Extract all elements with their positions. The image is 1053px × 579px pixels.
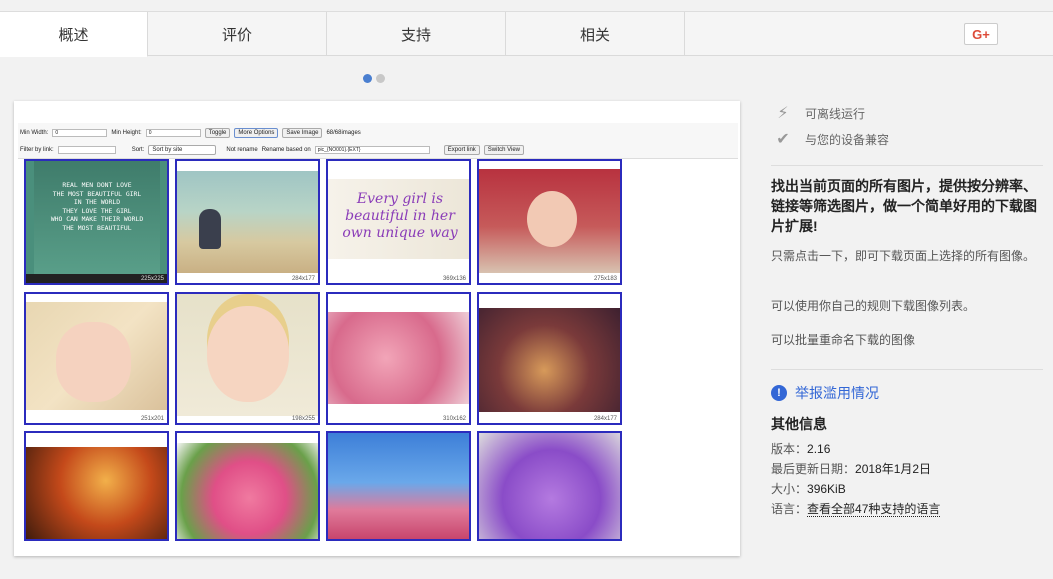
image-tile[interactable]: 198x255 bbox=[175, 292, 320, 425]
top-strip bbox=[0, 0, 1053, 12]
filter-label: Filter by link: bbox=[20, 147, 54, 153]
min-height-input[interactable]: 0 bbox=[145, 129, 201, 137]
device-check-icon: ✔ bbox=[776, 131, 790, 148]
export-link-button[interactable]: Export link bbox=[443, 145, 480, 155]
image-size-label: 275x183 bbox=[593, 276, 617, 282]
image-tile[interactable]: Every girl is beautiful in her own uniqu… bbox=[326, 159, 471, 285]
image-size-label: 284x177 bbox=[593, 416, 617, 422]
description-paragraph: 只需点击一下，即可下载页面上选择的所有图像。 bbox=[771, 249, 1036, 263]
image-size-label: 369x136 bbox=[442, 276, 466, 282]
min-width-label: Min Width: bbox=[20, 130, 49, 136]
min-height-label: Min Height: bbox=[111, 130, 142, 136]
tab-overview[interactable]: 概述 bbox=[0, 12, 148, 57]
quote-text: Every girl is beautiful in her own uniqu… bbox=[342, 191, 458, 241]
sort-select[interactable]: Sort by site bbox=[148, 145, 217, 155]
compatible-feature: ✔ 与您的设备兼容 bbox=[771, 129, 889, 149]
image-tile[interactable]: 284x177 bbox=[477, 292, 622, 425]
size-label: 大小： bbox=[771, 482, 808, 496]
tab-reviews[interactable]: 评价 bbox=[148, 12, 327, 56]
languages-link[interactable]: 查看全部47种支持的语言 bbox=[807, 502, 941, 517]
tab-support[interactable]: 支持 bbox=[327, 12, 506, 56]
image-tile[interactable]: 251x201 bbox=[24, 292, 169, 425]
image-tile[interactable]: 284x177 bbox=[175, 159, 320, 285]
description-paragraph: 可以批量重命名下载的图像 bbox=[771, 333, 916, 347]
version-row: 版本：2.16 bbox=[771, 440, 830, 457]
version-value: 2.16 bbox=[807, 442, 831, 456]
quote-text: REAL MEN DONT LOVE THE MOST BEAUTIFUL GI… bbox=[50, 181, 144, 232]
screenshot-preview: Min Width: 0 Min Height: 0 Toggle More O… bbox=[14, 101, 740, 556]
min-width-input[interactable]: 0 bbox=[52, 129, 108, 137]
image-tile[interactable] bbox=[326, 431, 471, 541]
tab-related[interactable]: 相关 bbox=[506, 12, 685, 56]
carousel-dot-2[interactable] bbox=[376, 74, 385, 83]
description-headline: 找出当前页面的所有图片，提供按分辨率、链接等筛选图片，做一个简单好用的下载图片扩… bbox=[771, 178, 1037, 234]
save-image-button[interactable]: Save Image bbox=[282, 128, 323, 138]
offline-feature: ⚡ 可离线运行 bbox=[771, 103, 865, 123]
language-row: 语言：查看全部47种支持的语言 bbox=[771, 500, 941, 517]
not-rename-radio[interactable]: Not rename bbox=[226, 147, 257, 153]
more-info-title: 其他信息 bbox=[771, 416, 827, 432]
report-label: 举报滥用情况 bbox=[795, 385, 879, 401]
image-size-label: 225x225 bbox=[140, 276, 164, 282]
toggle-button[interactable]: Toggle bbox=[204, 128, 231, 138]
sort-label: Sort: bbox=[131, 147, 145, 153]
updated-label: 最后更新日期： bbox=[771, 462, 856, 476]
google-plus-button[interactable]: G+ bbox=[964, 23, 998, 45]
image-size-label: 310x162 bbox=[442, 416, 466, 422]
image-tile[interactable]: 310x162 bbox=[326, 292, 471, 425]
divider bbox=[771, 369, 1043, 370]
offline-label: 可离线运行 bbox=[805, 106, 866, 121]
carousel-dots bbox=[363, 74, 385, 83]
tab-bar: 概述 评价 支持 相关 G+ bbox=[0, 12, 1053, 57]
lightning-icon: ⚡ bbox=[777, 105, 789, 122]
rename-radio[interactable]: Rename based on bbox=[262, 147, 311, 153]
size-value: 396KiB bbox=[807, 482, 846, 496]
image-count: 68/68images bbox=[326, 130, 361, 136]
updated-value: 2018年1月2日 bbox=[855, 462, 932, 476]
compatible-label: 与您的设备兼容 bbox=[805, 132, 890, 147]
description-paragraph: 可以使用你自己的规则下载图像列表。 bbox=[771, 299, 976, 313]
language-label: 语言： bbox=[771, 502, 808, 516]
image-size-label: 198x255 bbox=[291, 416, 315, 422]
image-size-label: 251x201 bbox=[140, 416, 164, 422]
updated-row: 最后更新日期：2018年1月2日 bbox=[771, 460, 931, 477]
alert-icon: ! bbox=[771, 385, 787, 401]
switch-view-button[interactable]: Switch View bbox=[483, 145, 525, 155]
divider bbox=[771, 165, 1043, 166]
rename-pattern-input[interactable]: pic_{NO001}.{EXT} bbox=[314, 146, 430, 154]
image-tile[interactable] bbox=[477, 431, 622, 541]
extension-toolbar: Min Width: 0 Min Height: 0 Toggle More O… bbox=[18, 123, 738, 159]
version-label: 版本： bbox=[771, 442, 808, 456]
image-tile[interactable] bbox=[24, 431, 169, 541]
size-row: 大小：396KiB bbox=[771, 480, 846, 497]
image-tile[interactable]: 275x183 bbox=[477, 159, 622, 285]
report-abuse-link[interactable]: ! 举报滥用情况 bbox=[771, 383, 879, 403]
image-tile[interactable] bbox=[175, 431, 320, 541]
more-options-button[interactable]: More Options bbox=[234, 128, 279, 138]
image-size-label: 284x177 bbox=[291, 276, 315, 282]
image-tile[interactable]: REAL MEN DONT LOVE THE MOST BEAUTIFUL GI… bbox=[24, 159, 169, 285]
filter-input[interactable] bbox=[57, 146, 116, 154]
carousel-dot-1[interactable] bbox=[363, 74, 372, 83]
tab-spacer: G+ bbox=[685, 12, 1053, 55]
